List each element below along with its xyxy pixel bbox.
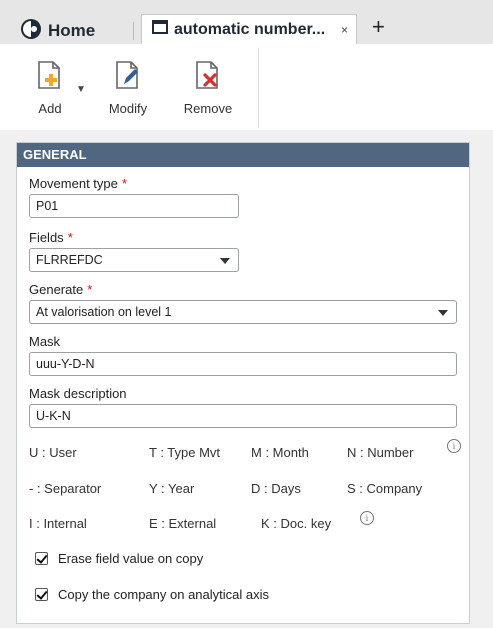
copy-company-checkbox-row[interactable]: Copy the company on analytical axis: [35, 587, 269, 602]
legend-internal: I : Internal: [29, 516, 87, 531]
add-button-label: Add: [38, 101, 62, 116]
legend-doc-key: K : Doc. key: [261, 516, 332, 531]
fields-select[interactable]: FLRREFDC: [29, 248, 239, 272]
legend-days: D : Days: [251, 481, 301, 496]
modify-button-label: Modify: [108, 101, 148, 116]
legend-type-mvt: T : Type Mvt: [149, 445, 221, 460]
mask-label: Mask: [29, 334, 61, 349]
legend-separator: - : Separator: [29, 481, 102, 496]
generate-label: Generate *: [29, 282, 93, 297]
add-tab-button[interactable]: +: [372, 16, 385, 38]
generate-select[interactable]: At valorisation on level 1: [29, 300, 457, 324]
info-icon[interactable]: i: [360, 511, 374, 525]
movement-type-input[interactable]: P01: [29, 194, 239, 218]
mask-description-label: Mask description: [29, 386, 127, 401]
required-marker: *: [67, 230, 73, 245]
copy-company-label: Copy the company on analytical axis: [58, 587, 270, 602]
chevron-down-icon: [438, 310, 448, 316]
edit-document-icon: [115, 61, 141, 94]
movement-type-label: Movement type *: [29, 176, 127, 191]
chevron-down-icon[interactable]: ▼: [76, 84, 86, 95]
generate-select-value: At valorisation on level 1: [36, 305, 172, 319]
delete-document-icon: [195, 61, 221, 94]
general-panel: GENERAL Movement type * P01 Fields * FLRRE…: [16, 142, 470, 624]
mask-description-input[interactable]: U-K-N: [29, 404, 457, 428]
close-icon[interactable]: ×: [341, 23, 348, 37]
mask-input[interactable]: uuu-Y-D-N: [29, 352, 457, 376]
legend-external: E : External: [149, 516, 217, 531]
remove-button-label: Remove: [183, 101, 233, 116]
legend-user: U : User: [29, 445, 77, 460]
copy-company-checkbox[interactable]: [35, 588, 48, 601]
window-icon: [152, 20, 168, 39]
section-title: GENERAL: [17, 143, 469, 167]
erase-field-value-checkbox-row[interactable]: Erase field value on copy: [35, 551, 203, 566]
tab-automatic-number[interactable]: automatic number... ×: [141, 14, 357, 44]
home-icon: [20, 18, 42, 45]
legend-company: S : Company: [347, 481, 423, 496]
erase-field-value-checkbox[interactable]: [35, 552, 48, 565]
toolbar-divider: [258, 48, 259, 128]
tab-automatic-number-label: automatic number...: [174, 20, 326, 38]
tab-home[interactable]: Home: [20, 18, 95, 44]
tab-home-label: Home: [48, 21, 96, 40]
chevron-down-icon: [220, 258, 230, 264]
required-marker: *: [121, 176, 127, 191]
tab-separator: [133, 22, 134, 40]
modify-button[interactable]: Modify: [98, 60, 158, 116]
legend-number: N : Number: [347, 445, 414, 460]
legend-month: M : Month: [251, 445, 309, 460]
info-icon[interactable]: i: [447, 439, 461, 453]
fields-label: Fields *: [29, 230, 73, 245]
add-document-icon: [37, 61, 63, 94]
required-marker: *: [87, 282, 93, 297]
add-button[interactable]: Add: [20, 60, 80, 116]
remove-button[interactable]: Remove: [178, 60, 238, 116]
legend-year: Y : Year: [149, 481, 195, 496]
fields-select-value: FLRREFDC: [36, 253, 103, 267]
tab-bar: Home automatic number... × +: [0, 0, 493, 44]
toolbar: Add ▼ Modify Remove: [0, 44, 493, 130]
erase-field-value-label: Erase field value on copy: [58, 551, 204, 566]
